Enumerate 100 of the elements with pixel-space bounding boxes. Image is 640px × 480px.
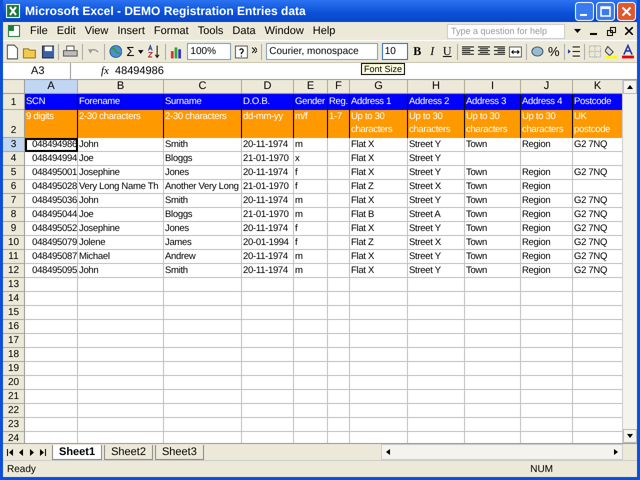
row-header[interactable]: 1 <box>3 94 25 110</box>
menu-item[interactable]: Tools <box>198 25 224 37</box>
menu-item[interactable]: Edit <box>56 25 76 37</box>
table-cell: 9 digits <box>25 110 78 138</box>
table-cell-text: 20-11-1974 <box>242 250 289 264</box>
function-label[interactable]: fx <box>101 65 109 77</box>
sort-ascending-icon[interactable] <box>148 44 161 59</box>
table-cell-text: 048495052 <box>31 222 78 236</box>
column-header[interactable]: J <box>521 80 573 94</box>
table-cell-text: Town <box>465 264 488 278</box>
scroll-down-icon[interactable] <box>623 429 637 443</box>
row-header[interactable]: 20 <box>3 376 25 390</box>
fill-color-icon[interactable] <box>605 44 618 59</box>
maximize-button[interactable] <box>596 2 615 20</box>
currency-icon[interactable] <box>531 45 544 58</box>
table-cell-text: 048495095 <box>31 264 78 278</box>
row-header[interactable]: 11 <box>3 250 25 264</box>
row-header[interactable]: 21 <box>3 390 25 404</box>
vertical-scrollbar[interactable] <box>622 80 637 443</box>
help-icon[interactable] <box>234 44 248 58</box>
row-header[interactable]: 2 <box>3 110 25 138</box>
table-cell: Surname <box>164 94 242 110</box>
font-name-dropdown[interactable]: Courier, monospace <box>266 43 378 60</box>
indent-icon[interactable] <box>568 46 580 57</box>
row-header[interactable]: 18 <box>3 348 25 362</box>
row-header[interactable]: 22 <box>3 404 25 418</box>
row-header[interactable]: 24 <box>3 432 25 443</box>
chart-icon[interactable] <box>170 44 184 58</box>
column-header[interactable]: H <box>408 80 465 94</box>
workbook-icon[interactable] <box>7 24 21 38</box>
menu-item[interactable]: Data <box>232 25 256 37</box>
row-header[interactable]: 6 <box>3 180 25 194</box>
help-search-field[interactable]: Type a question for help <box>447 24 565 38</box>
table-cell-text: Very Long Name Th <box>78 180 160 194</box>
row-header[interactable]: 12 <box>3 264 25 278</box>
row-header[interactable]: 23 <box>3 418 25 432</box>
row-header[interactable]: 10 <box>3 236 25 250</box>
format-button[interactable]: U <box>442 44 453 59</box>
row-header[interactable]: 13 <box>3 278 25 292</box>
table-cell-text: John <box>78 138 100 152</box>
sheet-tab[interactable]: Sheet3 <box>154 444 204 460</box>
column-header[interactable]: E <box>294 80 328 94</box>
row-header[interactable]: 8 <box>3 208 25 222</box>
align-icon[interactable] <box>478 46 490 57</box>
row-header[interactable]: 14 <box>3 292 25 306</box>
row-header[interactable]: 17 <box>3 334 25 348</box>
column-header[interactable]: D <box>242 80 294 94</box>
sheet-tab[interactable]: Sheet2 <box>104 444 153 460</box>
globe-icon[interactable] <box>108 44 122 59</box>
table-cell-text: f <box>294 236 299 250</box>
save-icon[interactable] <box>42 44 54 58</box>
menu-item[interactable]: Help <box>312 25 336 37</box>
row-header[interactable]: 4 <box>3 152 25 166</box>
column-header[interactable]: I <box>465 80 521 94</box>
row-header[interactable]: 15 <box>3 306 25 320</box>
row-header[interactable]: 3 <box>3 138 25 152</box>
dropdown-arrow-icon[interactable] <box>138 50 144 54</box>
table-cell-text: G2 7NQ <box>573 250 608 264</box>
column-header[interactable]: G <box>350 80 408 94</box>
column-header[interactable]: B <box>78 80 164 94</box>
column-header[interactable]: A <box>25 80 78 94</box>
horizontal-scrollbar[interactable] <box>381 444 623 460</box>
new-document-icon[interactable] <box>6 44 19 60</box>
align-icon[interactable] <box>494 46 506 57</box>
close-button[interactable] <box>617 2 636 20</box>
font-color-icon[interactable] <box>622 44 634 59</box>
close-icon[interactable] <box>625 27 633 35</box>
format-button[interactable]: B <box>412 44 423 59</box>
minimize-button[interactable] <box>575 2 594 20</box>
menu-item[interactable]: Format <box>154 25 189 37</box>
table-cell: Address 1 <box>350 94 408 110</box>
table-cell-text: Flat X <box>350 138 376 152</box>
row-header[interactable]: 5 <box>3 166 25 180</box>
sheet-tab[interactable]: Sheet1 <box>52 444 102 460</box>
menu-item[interactable]: Window <box>264 25 304 37</box>
restore-icon[interactable] <box>607 26 616 36</box>
table-cell: 2-30 characters <box>78 110 164 138</box>
row-header[interactable]: 9 <box>3 222 25 236</box>
format-button[interactable]: I <box>426 44 438 59</box>
menu-item[interactable]: View <box>84 25 108 37</box>
column-header[interactable]: C <box>164 80 242 94</box>
font-size-dropdown[interactable]: 10 <box>382 43 408 60</box>
printer-icon[interactable] <box>63 44 78 58</box>
table-cell-text: 048495079 <box>31 236 78 250</box>
autosum-button[interactable]: Σ <box>126 44 134 59</box>
merge-cells-icon[interactable] <box>509 46 522 58</box>
dropdown-arrow-icon[interactable] <box>574 29 581 33</box>
zoom-dropdown[interactable]: 100% <box>187 43 231 60</box>
scroll-up-icon[interactable] <box>623 80 637 94</box>
percent-button[interactable]: % <box>548 44 560 59</box>
row-header[interactable]: 19 <box>3 362 25 376</box>
row-header[interactable]: 16 <box>3 320 25 334</box>
menu-item[interactable]: File <box>30 25 48 37</box>
table-cell-text: Joe <box>78 152 94 166</box>
column-header[interactable]: K <box>573 80 622 94</box>
column-header[interactable]: F <box>328 80 350 94</box>
menu-item[interactable]: Insert <box>117 25 145 37</box>
row-header[interactable]: 7 <box>3 194 25 208</box>
formula-field[interactable]: 48494986 <box>114 63 235 79</box>
align-icon[interactable] <box>462 46 474 57</box>
